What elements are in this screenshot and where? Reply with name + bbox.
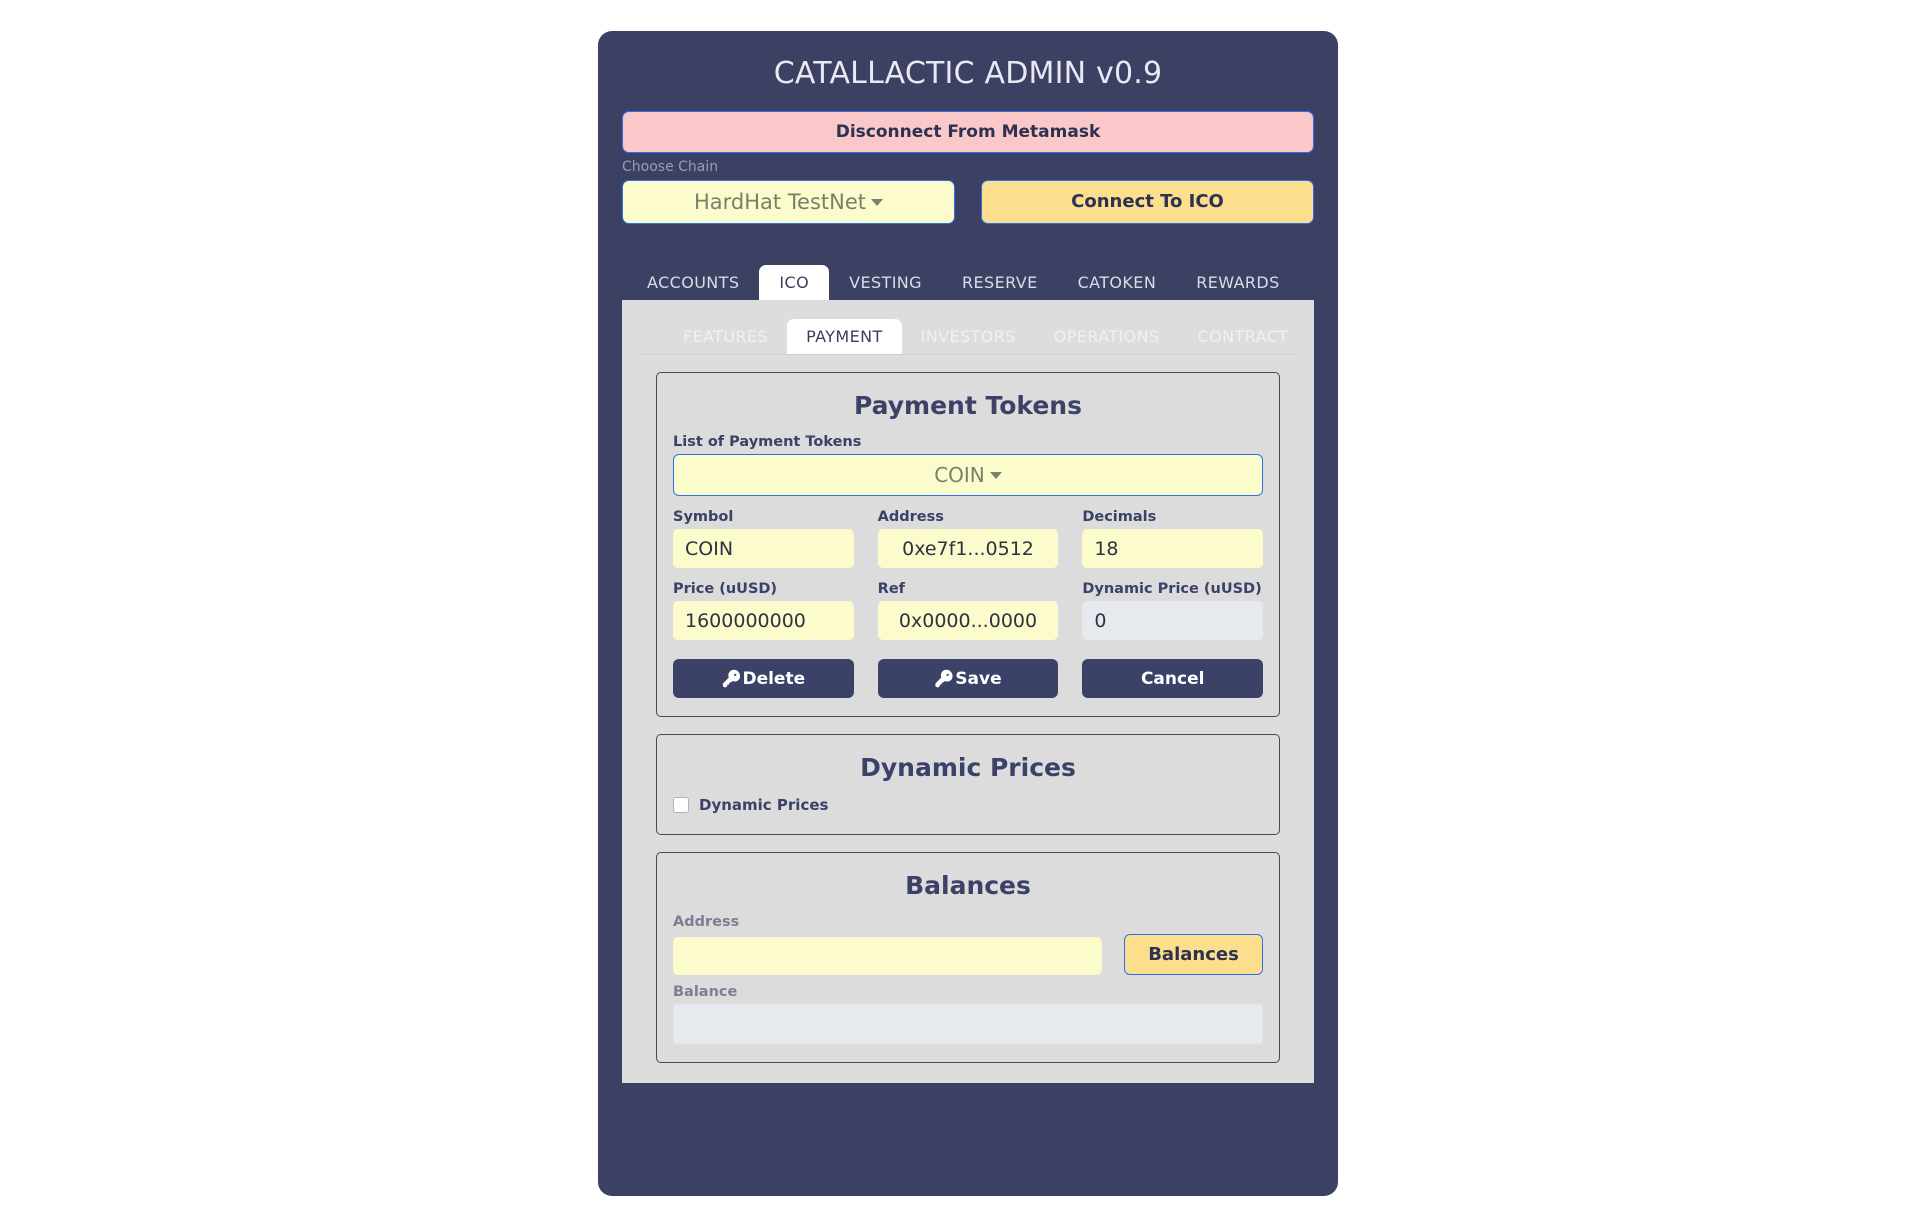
token-fields-row-2: Price (uUSD) Ref Dynamic Price (uUSD) [673,581,1264,641]
ref-label: Ref [877,581,905,598]
dynamic-price-input[interactable] [1082,601,1264,641]
save-button[interactable]: 🔑 Save [877,659,1059,699]
ico-panel: FEATURES PAYMENT INVESTORS OPERATIONS CO… [622,300,1314,1084]
chain-select[interactable]: HardHat TestNet [622,180,955,225]
balances-button[interactable]: Balances [1124,934,1263,976]
dynamic-prices-card: Dynamic Prices Dynamic Prices [656,734,1280,836]
subtab-contract[interactable]: CONTRACT [1179,319,1308,354]
tab-rewards[interactable]: REWARDS [1176,265,1300,300]
decimals-label: Decimals [1082,509,1157,526]
tab-reserve[interactable]: RESERVE [942,265,1058,300]
delete-button[interactable]: 🔑 Delete [673,659,854,699]
save-button-label: Save [955,668,1002,689]
token-fields-row-1: Symbol Address Decimals [673,509,1264,569]
key-icon: 🔑 [721,668,742,688]
dynamic-price-label: Dynamic Price (uUSD) [1082,581,1262,598]
choose-chain-label: Choose Chain [622,158,719,175]
balances-address-input[interactable] [673,937,1102,976]
list-of-payment-tokens-label: List of Payment Tokens [673,434,862,451]
app-shell: CATALLACTIC ADMIN v0.9 Disconnect From M… [598,31,1338,1196]
price-field-group: Price (uUSD) [673,581,854,641]
symbol-field-group: Symbol [673,509,854,569]
page-title: CATALLACTIC ADMIN v0.9 [773,56,1163,91]
tab-ico[interactable]: ICO [759,265,830,301]
balances-card: Balances Address Balances Balance [656,852,1280,1064]
tab-vesting[interactable]: VESTING [829,265,942,300]
balance-readout[interactable] [673,1004,1263,1045]
delete-button-label: Delete [742,668,806,689]
disconnect-metamask-button[interactable]: Disconnect From Metamask [622,110,1314,153]
screen-root: CATALLACTIC ADMIN v0.9 Disconnect From M… [0,0,1920,1221]
payment-tokens-card: Payment Tokens List of Payment Tokens CO… [656,372,1280,718]
balances-address-label: Address [673,914,740,931]
balances-title: Balances [905,871,1031,901]
key-icon: 🔑 [934,668,955,688]
sub-tab-bar: FEATURES PAYMENT INVESTORS OPERATIONS CO… [638,314,1298,356]
tab-catoken[interactable]: CATOKEN [1058,265,1177,300]
chain-select-value: HardHat TestNet [693,190,867,215]
payment-token-select-value: COIN [934,463,985,488]
balances-address-row: Balances [673,934,1263,976]
dynamic-prices-checkbox-row[interactable]: Dynamic Prices [673,796,1263,814]
dynamic-prices-checkbox-label: Dynamic Prices [699,796,829,815]
chevron-down-icon [871,198,884,206]
decimals-input[interactable] [1082,529,1264,569]
dynamic-prices-checkbox[interactable] [673,797,689,814]
chain-row: HardHat TestNet Connect To ICO [622,180,1314,225]
ref-field-group: Ref [877,581,1059,641]
symbol-label: Symbol [673,509,734,526]
connect-to-ico-button[interactable]: Connect To ICO [981,180,1314,225]
address-input[interactable] [877,529,1059,569]
token-actions-row: 🔑 Delete 🔑 Save Cancel [673,659,1264,699]
subtab-operations[interactable]: OPERATIONS [1035,319,1179,354]
subtab-investors[interactable]: INVESTORS [902,319,1035,354]
subtab-features[interactable]: FEATURES [664,319,787,354]
address-field-group: Address [877,509,1059,569]
dynamic-prices-title: Dynamic Prices [860,753,1076,783]
cancel-button[interactable]: Cancel [1082,659,1264,699]
payment-tokens-title: Payment Tokens [853,391,1082,421]
price-label: Price (uUSD) [673,581,778,598]
decimals-field-group: Decimals [1082,509,1264,569]
dynamic-price-field-group: Dynamic Price (uUSD) [1082,581,1264,641]
payment-token-select[interactable]: COIN [673,454,1263,497]
ref-input[interactable] [877,601,1059,641]
chevron-down-icon [989,472,1002,480]
subtab-payment[interactable]: PAYMENT [787,319,902,355]
symbol-input[interactable] [673,529,854,569]
price-input[interactable] [673,601,854,641]
cancel-button-label: Cancel [1140,668,1205,689]
balance-label: Balance [673,984,738,1001]
main-tab-bar: ACCOUNTS ICO VESTING RESERVE CATOKEN REW… [622,260,1314,301]
tab-accounts[interactable]: ACCOUNTS [627,265,759,300]
address-label: Address [877,509,944,526]
